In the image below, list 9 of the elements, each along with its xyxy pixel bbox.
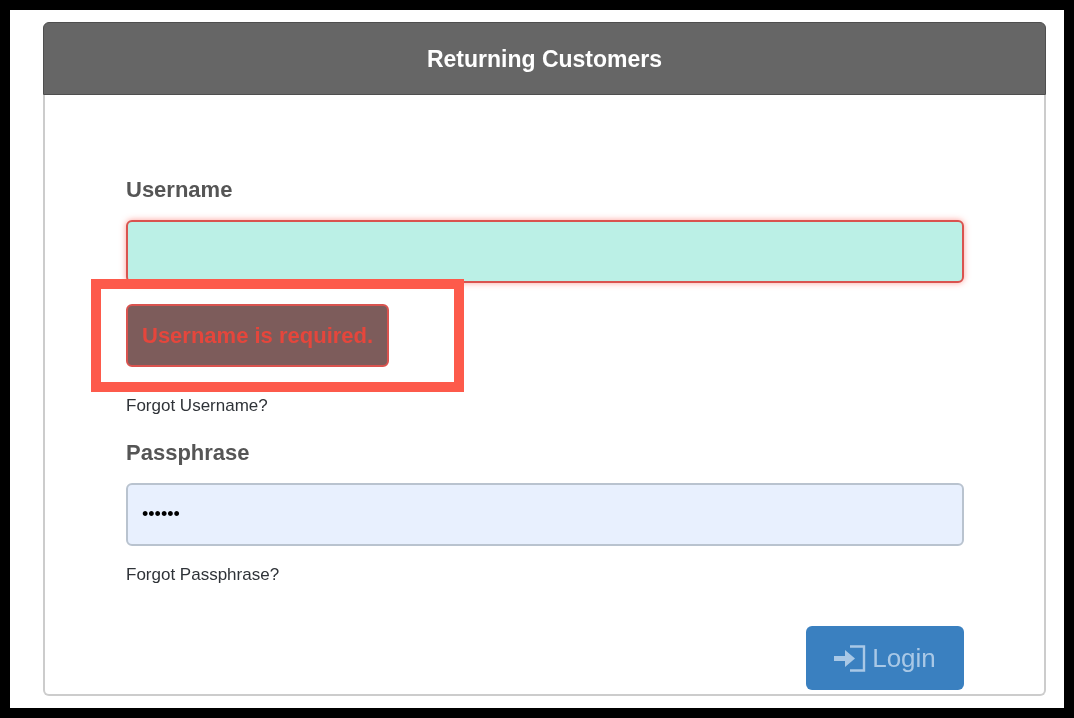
sign-in-icon [834,644,867,672]
forgot-link[interactable]: Forgot Username? [126,396,268,416]
field-label: Passphrase [126,440,250,466]
panel-title: Returning Customers [426,44,663,73]
forgot-link[interactable]: Forgot Passphrase? [126,565,280,585]
error-message: Username is required. [126,304,390,367]
field-label: Username [126,177,233,203]
input-field[interactable]: •••••• [126,483,964,546]
input-field[interactable] [126,220,964,283]
